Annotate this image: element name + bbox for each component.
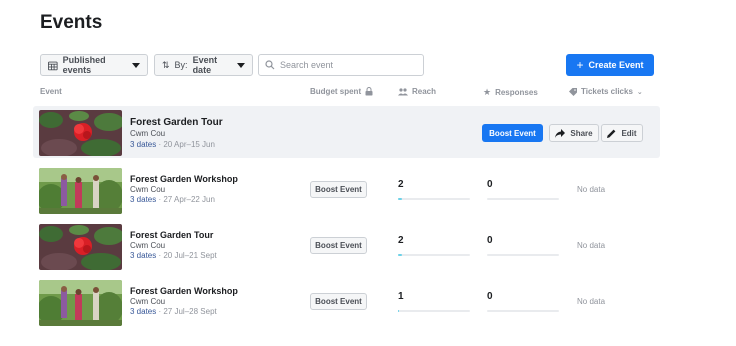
event-thumbnail <box>39 168 122 214</box>
published-events-filter[interactable]: Published events <box>40 54 148 76</box>
column-header-event: Event <box>40 87 62 96</box>
reach-value: 2 <box>398 235 404 246</box>
dates-link[interactable]: 3 dates <box>130 140 156 149</box>
event-thumbnail <box>39 224 122 270</box>
page-title: Events <box>40 12 103 33</box>
event-name[interactable]: Forest Garden Tour <box>130 117 223 128</box>
responses-bar <box>487 310 559 312</box>
reach-bar <box>398 198 470 200</box>
event-dates: 3 dates · 20 Apr–15 Jun <box>130 140 215 149</box>
boost-event-button[interactable]: Boost Event <box>482 124 543 142</box>
plus-icon: + <box>576 58 584 72</box>
event-dates: 3 dates · 27 Apr–22 Jun <box>130 195 215 204</box>
boost-event-button[interactable]: Boost Event <box>310 237 367 254</box>
share-button[interactable]: Share <box>549 124 599 142</box>
calendar-icon <box>48 61 58 70</box>
sort-value: Event date <box>192 55 218 75</box>
star-icon: ★ <box>483 87 492 97</box>
reach-bar <box>398 254 470 256</box>
reach-value: 1 <box>398 291 404 302</box>
reach-bar-fill <box>398 198 402 200</box>
caret-down-icon <box>132 62 140 68</box>
search-placeholder: Search event <box>280 60 334 70</box>
event-location: Cwm Cou <box>130 241 166 250</box>
responses-value: 0 <box>487 235 493 246</box>
people-icon <box>398 87 408 95</box>
sort-prefix: By: <box>174 60 188 70</box>
tickets-value: No data <box>577 185 606 194</box>
event-row[interactable]: Forest Garden Tour Cwm Cou 3 dates · 20 … <box>33 106 660 158</box>
dates-link[interactable]: 3 dates <box>130 195 156 204</box>
boost-event-button[interactable]: Boost Event <box>310 181 367 198</box>
share-icon <box>555 128 566 138</box>
responses-value: 0 <box>487 179 493 190</box>
pencil-icon <box>607 129 616 138</box>
event-thumbnail <box>39 280 122 326</box>
event-location: Cwm Cou <box>130 185 166 194</box>
event-name[interactable]: Forest Garden Tour <box>130 230 213 240</box>
caret-down-icon <box>237 62 245 68</box>
event-location: Cwm Cou <box>130 129 166 138</box>
event-thumbnail <box>39 110 122 156</box>
edit-button[interactable]: Edit <box>601 124 643 142</box>
reach-value: 2 <box>398 179 404 190</box>
sort-dropdown[interactable]: ⇅ By: Event date <box>154 54 253 76</box>
tag-icon <box>569 87 577 96</box>
responses-bar <box>487 198 559 200</box>
event-location: Cwm Cou <box>130 297 166 306</box>
event-row[interactable]: Forest Garden Workshop Cwm Cou 3 dates ·… <box>33 164 660 216</box>
tickets-value: No data <box>577 241 606 250</box>
event-name[interactable]: Forest Garden Workshop <box>130 174 238 184</box>
event-name[interactable]: Forest Garden Workshop <box>130 286 238 296</box>
event-row[interactable]: Forest Garden Workshop Cwm Cou 3 dates ·… <box>33 276 660 328</box>
tickets-value: No data <box>577 297 606 306</box>
boost-event-button[interactable]: Boost Event <box>310 293 367 310</box>
responses-bar <box>487 254 559 256</box>
create-event-label: Create Event <box>588 60 644 70</box>
reach-bar-fill <box>398 310 400 312</box>
lock-icon <box>365 87 373 96</box>
create-event-button[interactable]: + Create Event <box>566 54 654 76</box>
column-header-reach: Reach <box>398 87 436 96</box>
column-header-tickets[interactable]: Tickets clicks ⌄ <box>569 87 643 96</box>
dates-link[interactable]: 3 dates <box>130 307 156 316</box>
responses-value: 0 <box>487 291 493 302</box>
filter-label: Published events <box>62 55 106 75</box>
search-icon <box>265 60 275 70</box>
sort-icon: ⇅ <box>162 59 170 70</box>
search-input[interactable]: Search event <box>258 54 424 76</box>
reach-bar-fill <box>398 254 402 256</box>
dates-link[interactable]: 3 dates <box>130 251 156 260</box>
event-dates: 3 dates · 27 Jul–28 Sept <box>130 307 217 316</box>
column-header-budget: Budget spent <box>310 87 373 96</box>
chevron-down-icon: ⌄ <box>636 88 643 96</box>
event-dates: 3 dates · 20 Jul–21 Sept <box>130 251 217 260</box>
event-row[interactable]: Forest Garden Tour Cwm Cou 3 dates · 20 … <box>33 220 660 272</box>
reach-bar <box>398 310 470 312</box>
column-header-responses: ★ Responses <box>483 87 538 97</box>
